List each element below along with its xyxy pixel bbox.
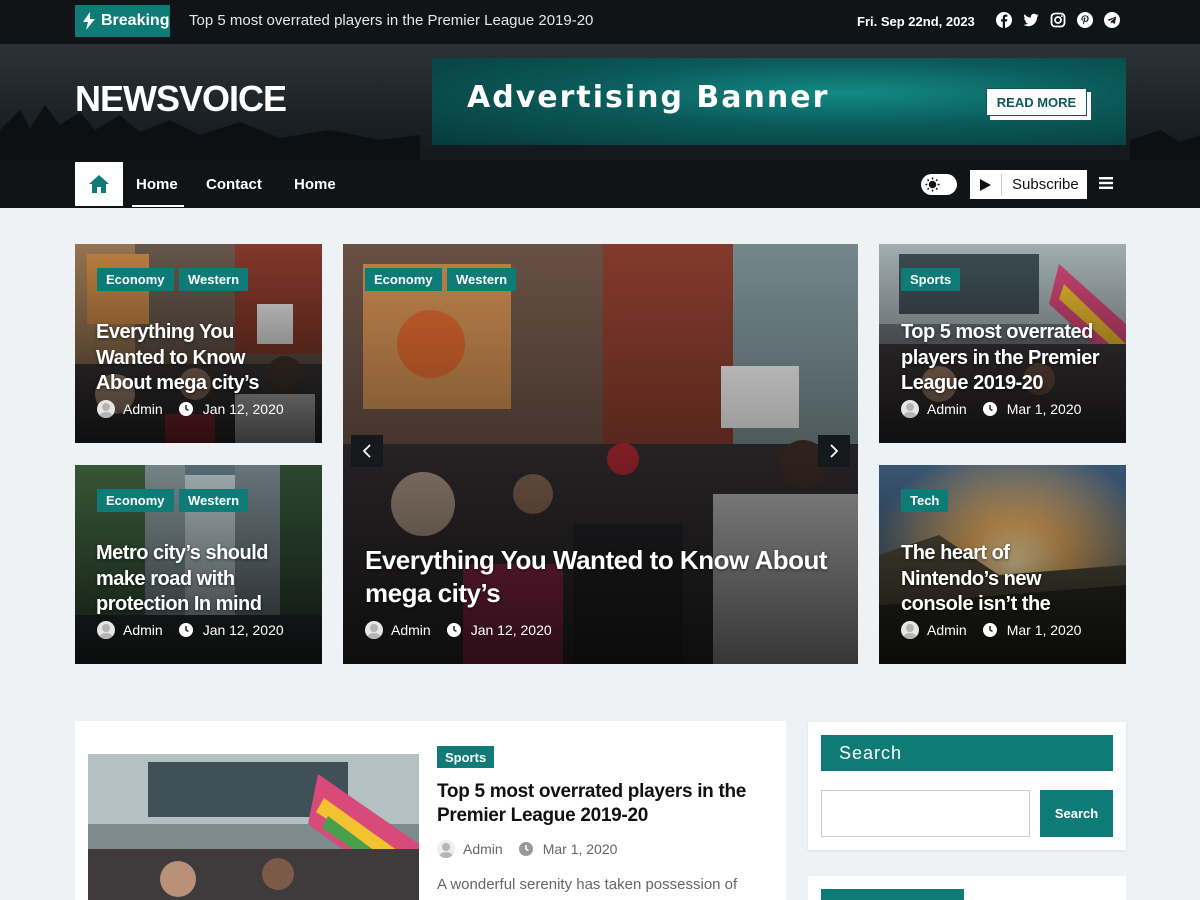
category-badge-sports[interactable]: Sports [437, 746, 495, 768]
search-input[interactable] [821, 790, 1030, 837]
author-avatar [901, 621, 919, 639]
clock-icon [982, 402, 997, 416]
subscribe-label: Subscribe [1012, 176, 1079, 193]
social-links [996, 12, 1120, 28]
clock-icon [982, 623, 997, 637]
nav-item-contact[interactable]: Contact [206, 176, 262, 193]
clock-icon [178, 623, 193, 637]
sun-icon [925, 177, 940, 192]
author-name[interactable]: Admin [927, 401, 967, 417]
post-card-bottom-right[interactable]: Tech The heart of Nintendo’s new console… [879, 465, 1126, 664]
post-date: Mar 1, 2020 [542, 841, 618, 857]
category-badge-western[interactable]: Western [447, 268, 517, 291]
breaking-label: Breaking [101, 12, 170, 29]
telegram-icon[interactable] [1104, 12, 1120, 28]
post-title[interactable]: Everything You Wanted to Know About mega… [365, 544, 835, 610]
chevron-right-icon [830, 444, 839, 458]
category-badge-economy[interactable]: Economy [97, 268, 174, 291]
instagram-icon[interactable] [1050, 12, 1066, 28]
breaking-headline-link[interactable]: Top 5 most overrated players in the Prem… [189, 12, 593, 29]
post-date: Jan 12, 2020 [470, 622, 552, 638]
author-avatar [901, 400, 919, 418]
post-meta: Admin Jan 12, 2020 [97, 621, 284, 639]
nav-item-home-2[interactable]: Home [294, 176, 336, 193]
post-card-bottom-left[interactable]: Economy Western Metro city’s should make… [75, 465, 322, 664]
slider-prev-button[interactable] [351, 435, 383, 467]
post-title[interactable]: Top 5 most overrated players in the Prem… [901, 320, 1111, 397]
chevron-left-icon [362, 444, 371, 458]
lightning-icon [83, 12, 95, 30]
post-card-top-right[interactable]: Sports Top 5 most overrated players in t… [879, 244, 1126, 443]
post-date: Mar 1, 2020 [1006, 622, 1082, 638]
author-name[interactable]: Admin [123, 401, 163, 417]
theme-toggle[interactable] [921, 174, 957, 195]
post-thumbnail[interactable] [88, 754, 419, 900]
clock-icon [178, 402, 193, 416]
author-name[interactable]: Admin [927, 622, 967, 638]
ad-banner-title: Advertising Banner [467, 80, 830, 115]
post-date: Jan 12, 2020 [202, 401, 284, 417]
post-excerpt: A wonderful serenity has taken possessio… [437, 876, 738, 893]
category-badge-economy[interactable]: Economy [97, 489, 174, 512]
post-image [88, 754, 419, 900]
featured-slider[interactable]: Economy Western Everything You Wanted to… [343, 244, 858, 664]
author-avatar [437, 840, 455, 858]
home-icon [89, 175, 109, 193]
advertising-banner[interactable]: Advertising Banner READ MORE [432, 58, 1126, 145]
sidebar-widget-title [821, 889, 964, 900]
category-badge-tech[interactable]: Tech [901, 489, 949, 512]
author-avatar [97, 400, 115, 418]
slider-next-button[interactable] [818, 435, 850, 467]
twitter-icon[interactable] [1023, 12, 1039, 28]
nav-active-indicator [132, 205, 184, 207]
facebook-icon[interactable] [996, 12, 1012, 28]
author-avatar [97, 621, 115, 639]
category-badge-western[interactable]: Western [179, 268, 249, 291]
author-name[interactable]: Admin [463, 841, 503, 857]
post-card-top-left[interactable]: Economy Western Everything You Wanted to… [75, 244, 322, 443]
post-title[interactable]: The heart of Nintendo’s new console isn’… [901, 541, 1071, 618]
top-bar: Breaking Top 5 most overrated players in… [0, 0, 1200, 44]
breaking-badge: Breaking [75, 5, 170, 37]
post-title[interactable]: Everything You Wanted to Know About mega… [96, 320, 286, 397]
post-title[interactable]: Top 5 most overrated players in the Prem… [437, 780, 767, 828]
current-date: Fri. Sep 22nd, 2023 [857, 14, 975, 29]
author-avatar [365, 621, 383, 639]
nav-item-home[interactable]: Home [136, 176, 178, 193]
post-meta: Admin Jan 12, 2020 [365, 621, 552, 639]
pinterest-icon[interactable] [1077, 12, 1093, 28]
post-meta: Admin Mar 1, 2020 [437, 840, 617, 858]
category-badge-economy[interactable]: Economy [365, 268, 442, 291]
post-title[interactable]: Metro city’s should make road with prote… [96, 541, 301, 618]
main-navigation: Home Contact Home Subscribe [0, 160, 1200, 208]
post-date: Jan 12, 2020 [202, 622, 284, 638]
author-name[interactable]: Admin [123, 622, 163, 638]
category-badge-sports[interactable]: Sports [901, 268, 961, 291]
site-header: NEWSVOICE Advertising Banner READ MORE [0, 44, 1200, 160]
subscribe-button[interactable]: Subscribe [970, 170, 1087, 199]
author-name[interactable]: Admin [391, 622, 431, 638]
clock-icon [446, 623, 461, 637]
home-icon-button[interactable] [75, 162, 123, 206]
post-meta: Admin Jan 12, 2020 [97, 400, 284, 418]
read-more-button[interactable]: READ MORE [986, 88, 1087, 116]
category-badge-western[interactable]: Western [179, 489, 249, 512]
play-icon [978, 173, 1002, 196]
post-meta: Admin Mar 1, 2020 [901, 400, 1081, 418]
clock-icon [518, 842, 533, 856]
search-button[interactable]: Search [1040, 790, 1113, 837]
search-widget-title: Search [821, 735, 1113, 771]
post-meta: Admin Mar 1, 2020 [901, 621, 1081, 639]
post-date: Mar 1, 2020 [1006, 401, 1082, 417]
menu-icon[interactable] [1099, 177, 1113, 189]
site-logo[interactable]: NEWSVOICE [75, 78, 287, 120]
